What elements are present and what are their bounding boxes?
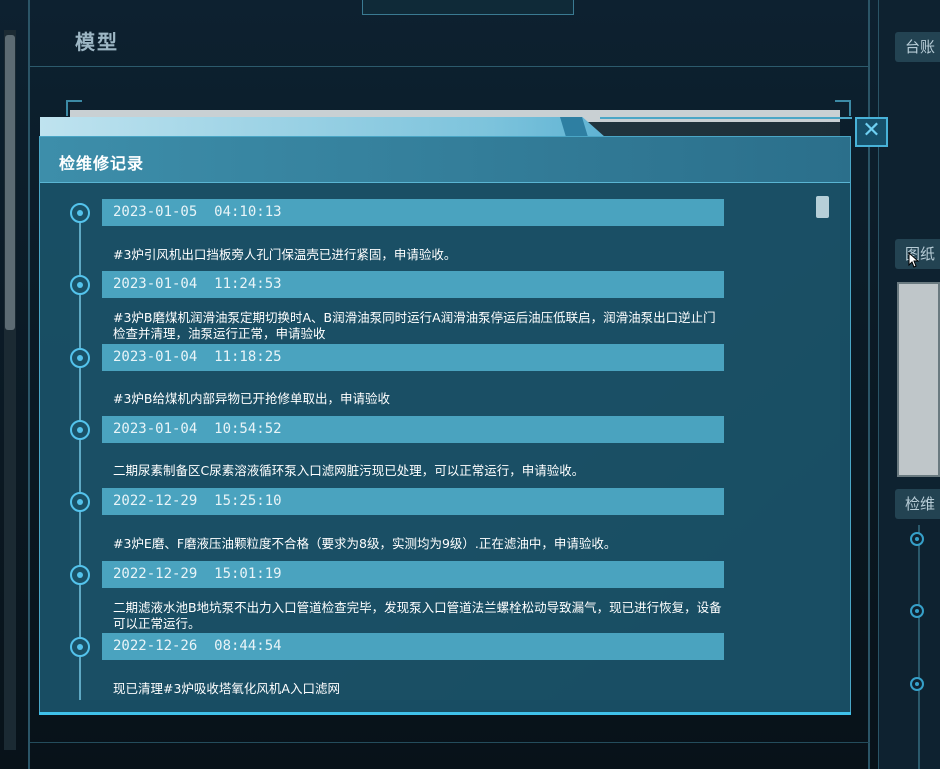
- close-button[interactable]: ✕: [855, 117, 888, 147]
- timeline-dot: [70, 637, 90, 657]
- record-text: 二期滤液水池B地坑泵不出力入口管道检查完毕，发现泵入口管道法兰螺栓松动导致漏气，…: [113, 600, 722, 631]
- drawing-thumbnail[interactable]: [897, 282, 940, 477]
- record-date: 2023-01-04 11:18:25: [102, 344, 724, 371]
- timeline-dot: [70, 275, 90, 295]
- dialog-bottom-glow: [39, 712, 851, 715]
- record-date: 2022-12-29 15:01:19: [102, 561, 724, 588]
- record-text: #3炉B给煤机内部异物已开抢修单取出，申请验收: [113, 391, 391, 406]
- frame-right-border: [868, 0, 870, 769]
- record-date: 2023-01-04 11:24:53: [102, 271, 724, 298]
- close-icon: ✕: [862, 118, 881, 143]
- frame-bottom-line: [30, 742, 870, 743]
- record-date: 2023-01-05 04:10:13: [102, 199, 724, 226]
- viewport-corner-tr: [835, 100, 851, 116]
- ledger-button[interactable]: 台账: [895, 32, 940, 62]
- record-text: 二期尿素制备区C尿素溶液循环泵入口滤网脏污现已处理，可以正常运行，申请验收。: [113, 463, 585, 478]
- right-timeline-dot: [910, 677, 924, 691]
- record-date: 2022-12-26 08:44:54: [102, 633, 724, 660]
- frame-divider: [30, 66, 870, 67]
- timeline-dot: [70, 348, 90, 368]
- left-scrollbar-thumb[interactable]: [5, 35, 15, 330]
- modal-header-tab: [40, 117, 605, 137]
- timeline-dot: [70, 565, 90, 585]
- timeline-dot: [70, 203, 90, 223]
- right-timeline-dot: [910, 604, 924, 618]
- modal-header-line: [600, 117, 852, 119]
- record-date: 2023-01-04 10:54:52: [102, 416, 724, 443]
- dialog-header: [40, 137, 850, 183]
- frame-left-border: [28, 0, 30, 769]
- page-title: 模型: [75, 30, 119, 54]
- record-date: 2022-12-29 15:25:10: [102, 488, 724, 515]
- record-text: #3炉E磨、F磨液压油颗粒度不合格（要求为8级，实测均为9级）.正在滤油中，申请…: [113, 536, 617, 551]
- right-timeline-line: [918, 525, 920, 769]
- timeline-dot: [70, 492, 90, 512]
- dialog-scrollbar-thumb[interactable]: [816, 196, 829, 218]
- screen: 模型 台账 图纸 检维 检维修记录 ✕ 2023-01-05 04:10:13 #…: [0, 0, 940, 769]
- viewport-corner-tl: [66, 100, 82, 116]
- dialog-title: 检维修记录: [59, 154, 145, 173]
- record-text: #3炉B磨煤机润滑油泵定期切换时A、B润滑油泵同时运行A润滑油泵停运后油压低联启…: [113, 310, 716, 341]
- record-text: 现已清理#3炉吸收塔氧化风机A入口滤网: [113, 681, 340, 696]
- frame-top-notch: [362, 0, 574, 15]
- mouse-cursor-icon: [908, 251, 920, 272]
- maintenance-button[interactable]: 检维: [895, 489, 940, 519]
- record-text: #3炉引风机出口挡板旁人孔门保温壳已进行紧固，申请验收。: [113, 247, 457, 262]
- right-timeline-dot: [910, 532, 924, 546]
- timeline-dot: [70, 420, 90, 440]
